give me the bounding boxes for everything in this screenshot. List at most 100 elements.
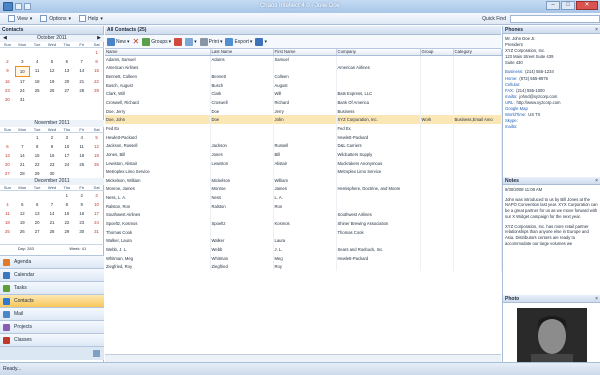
calendar-day[interactable]: 21: [15, 160, 30, 169]
calendar-day[interactable]: 6: [0, 142, 15, 151]
calendar-day[interactable]: 9: [74, 200, 89, 209]
calendar-day[interactable]: 29: [30, 169, 45, 178]
calendar-day[interactable]: 31: [15, 95, 30, 104]
prev-month-icon[interactable]: ◀: [3, 35, 7, 42]
calendar-day[interactable]: 15: [89, 66, 104, 77]
table-row[interactable]: American Airlines American Airlines: [105, 63, 502, 73]
calendar-day[interactable]: 25: [30, 86, 45, 95]
calendar-day[interactable]: 7: [45, 200, 60, 209]
calendar-day[interactable]: 3: [59, 133, 74, 142]
next-month-icon[interactable]: ▶: [97, 35, 101, 42]
calendar-day[interactable]: 25: [0, 227, 15, 236]
calendar-day[interactable]: 13: [30, 209, 45, 218]
calendar-day[interactable]: 12: [45, 66, 60, 77]
calendar-day[interactable]: 20: [30, 218, 45, 227]
table-row[interactable]: Lewiston, Alistair Lewiston Alistair Muckra…: [105, 158, 502, 168]
calendar-day[interactable]: 17: [89, 209, 104, 218]
nav-calendar[interactable]: Calendar: [0, 268, 104, 281]
calendar-day[interactable]: 1: [59, 191, 74, 200]
table-row[interactable]: Busch, August Busch August: [105, 80, 502, 90]
calendar-day[interactable]: 18: [30, 77, 45, 86]
nav-agenda[interactable]: Agenda: [0, 255, 104, 268]
table-row[interactable]: Adams, Samuel Adams Samuel: [105, 55, 502, 64]
calendar-day[interactable]: 29: [59, 227, 74, 236]
calendar-day[interactable]: 11: [30, 66, 45, 77]
calendar-day[interactable]: 23: [0, 86, 15, 95]
calendar-day[interactable]: 8: [89, 57, 104, 66]
calendar-day[interactable]: 30: [74, 227, 89, 236]
phone-label[interactable]: WorldTime:: [505, 112, 526, 117]
table-row[interactable]: Fed Ex Fed Ex: [105, 124, 502, 133]
calendar-day[interactable]: 5: [45, 57, 60, 66]
calendar-day[interactable]: 21: [74, 77, 89, 86]
calendar-day[interactable]: 20: [59, 77, 74, 86]
calendar-day[interactable]: 3: [89, 191, 104, 200]
calendar-day[interactable]: 14: [45, 209, 60, 218]
calendar-day[interactable]: 8: [59, 200, 74, 209]
calendar-day[interactable]: 2: [0, 57, 15, 66]
notes-panel[interactable]: 9/30/2008 11:08 AM John was introduced t…: [503, 185, 600, 295]
phone-label[interactable]: Google Map: [505, 106, 528, 111]
calendar-day[interactable]: 21: [45, 218, 60, 227]
calendar-day[interactable]: 11: [74, 142, 89, 151]
table-row[interactable]: Metroplex Limo Service Metroplex Limo Ser…: [105, 167, 502, 176]
calendar-day[interactable]: 30: [0, 95, 15, 104]
calendar-day[interactable]: 10: [89, 200, 104, 209]
table-row[interactable]: Webb, J. L. Webb J. L. Sears and Roebuck, I…: [105, 245, 502, 254]
calendar-day[interactable]: 24: [15, 86, 30, 95]
calendar-day[interactable]: 12: [15, 209, 30, 218]
nav-tasks[interactable]: Tasks: [0, 281, 104, 294]
calendar-day[interactable]: 26: [89, 160, 104, 169]
calendar-day[interactable]: 26: [15, 227, 30, 236]
table-row[interactable]: Doe, Jerry Doe Jerry Business: [105, 106, 502, 116]
calendar-day[interactable]: 10: [14, 66, 30, 77]
view-options-button[interactable]: ▾: [255, 37, 267, 46]
table-row[interactable]: Thomas Cook Thomas Cook: [105, 227, 502, 237]
calendar-day[interactable]: 16: [45, 151, 60, 160]
calendar-day[interactable]: 29: [89, 86, 104, 95]
phone-detail[interactable]: mailto:: [505, 124, 598, 130]
table-row[interactable]: Croswell, Richard Croswell Richard Bank Of …: [105, 98, 502, 107]
calendar-day[interactable]: 24: [59, 160, 74, 169]
nav-contacts[interactable]: Contacts: [0, 294, 104, 307]
calendar-day[interactable]: 9: [0, 66, 15, 77]
calendar-day[interactable]: 24: [89, 218, 104, 227]
calendar-day[interactable]: 17: [15, 77, 30, 86]
table-row[interactable]: Bennett, Colleen Bennett Colleen: [105, 72, 502, 81]
calendar-day[interactable]: 27: [59, 86, 74, 95]
table-row[interactable]: Mickelson, William Mickelson William: [105, 175, 502, 185]
calendar-day[interactable]: 18: [0, 218, 15, 227]
menu-view[interactable]: View ▾: [8, 15, 32, 22]
print-button[interactable]: Print ▾: [199, 37, 222, 46]
calendar-day[interactable]: 16: [0, 77, 15, 86]
calendar-day[interactable]: 18: [74, 151, 89, 160]
table-row[interactable]: Hewlett-Packard Hewlett-Packard: [105, 132, 502, 142]
configure-buttons-icon[interactable]: [93, 350, 100, 357]
table-row[interactable]: Jones, Bill Jones Bill Wildcatters Supply: [105, 150, 502, 159]
calendar-day[interactable]: 31: [89, 227, 104, 236]
calendar-day[interactable]: 13: [0, 151, 15, 160]
calendar-day[interactable]: 28: [15, 169, 30, 178]
calendar-day[interactable]: 22: [59, 218, 74, 227]
calendar-day[interactable]: 5: [15, 200, 30, 209]
calendar-day[interactable]: 11: [0, 209, 15, 218]
calendar-day[interactable]: 13: [59, 66, 74, 77]
delete-button[interactable]: ✕: [133, 37, 140, 46]
calendar-day[interactable]: 27: [30, 227, 45, 236]
new-button[interactable]: New ▾: [107, 37, 130, 46]
nav-mail[interactable]: Mail: [0, 307, 104, 320]
horizontal-scrollbar[interactable]: [105, 354, 501, 362]
calendar-day[interactable]: 26: [45, 86, 60, 95]
calendar-day[interactable]: 1: [89, 48, 104, 57]
calendar-day[interactable]: 1: [30, 133, 45, 142]
table-row[interactable]: Clark, Will Clark Will Bats Express, LLC: [105, 89, 502, 99]
calendar-day[interactable]: 17: [59, 151, 74, 160]
calendar-day[interactable]: 28: [45, 227, 60, 236]
calendar-day[interactable]: 10: [59, 142, 74, 151]
calendar-day[interactable]: 4: [30, 57, 45, 66]
calendar-day[interactable]: 4: [0, 200, 15, 209]
table-row[interactable]: Doe, John Doe John XYZ Corporation, Inc. Wor…: [105, 115, 502, 125]
maximize-button[interactable]: □: [561, 1, 575, 10]
calendar-day[interactable]: 6: [30, 200, 45, 209]
calendar-day[interactable]: 14: [74, 66, 89, 77]
